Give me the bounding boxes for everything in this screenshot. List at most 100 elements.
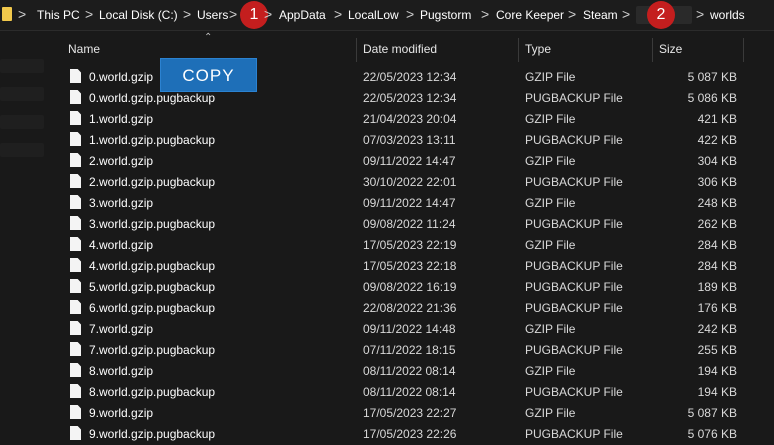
column-divider[interactable] <box>743 38 744 62</box>
file-icon <box>70 174 81 188</box>
file-date-modified: 21/04/2023 20:04 <box>363 112 457 126</box>
file-type: GZIP File <box>525 196 576 210</box>
file-type: PUGBACKUP File <box>525 301 623 315</box>
column-divider[interactable] <box>518 38 519 62</box>
file-date-modified: 08/11/2022 08:14 <box>363 385 456 399</box>
file-icon <box>70 132 81 146</box>
file-row[interactable]: 2.world.gzip.pugbackup 30/10/2022 22:01 PU… <box>50 171 774 192</box>
file-row[interactable]: 8.world.gzip.pugbackup 08/11/2022 08:14 PU… <box>50 381 774 402</box>
file-row[interactable]: 3.world.gzip.pugbackup 09/08/2022 11:24 PU… <box>50 213 774 234</box>
column-header-date-modified[interactable]: Date modified <box>363 42 437 56</box>
file-date-modified: 17/05/2023 22:19 <box>363 238 457 252</box>
file-size: 194 KB <box>697 364 737 378</box>
file-size: 248 KB <box>697 196 737 210</box>
file-name: 8.world.gzip.pugbackup <box>89 385 216 399</box>
file-name: 6.world.gzip.pugbackup <box>89 301 216 315</box>
file-type: PUGBACKUP File <box>525 343 623 357</box>
nav-item[interactable] <box>0 115 44 129</box>
file-icon <box>70 216 81 230</box>
column-divider[interactable] <box>356 38 357 62</box>
file-row[interactable]: 8.world.gzip 08/11/2022 08:14 GZIP File 194… <box>50 360 774 381</box>
file-type: GZIP File <box>525 238 576 252</box>
chevron-right-icon: > <box>264 6 273 22</box>
file-date-modified: 22/08/2022 21:36 <box>363 301 457 315</box>
file-size: 304 KB <box>697 154 737 168</box>
column-header-row: Name Date modified Type Size <box>50 36 774 62</box>
file-row[interactable]: 0.world.gzip.pugbackup 22/05/2023 12:34 PU… <box>50 87 774 108</box>
file-name: 5.world.gzip.pugbackup <box>89 280 216 294</box>
nav-item[interactable] <box>0 59 44 73</box>
file-size: 421 KB <box>697 112 737 126</box>
file-icon <box>70 153 81 167</box>
file-icon <box>70 195 81 209</box>
file-type: PUGBACKUP File <box>525 175 623 189</box>
file-name: 8.world.gzip <box>89 364 154 378</box>
address-bar[interactable]: > This PC > Local Disk (C:) > Users > 1 … <box>0 0 774 31</box>
column-divider[interactable] <box>652 38 653 62</box>
file-icon <box>70 111 81 125</box>
file-size: 176 KB <box>697 301 737 315</box>
file-date-modified: 22/05/2023 12:34 <box>363 91 457 105</box>
file-name: 7.world.gzip <box>89 322 154 336</box>
chevron-right-icon: > <box>18 6 27 22</box>
file-date-modified: 08/11/2022 08:14 <box>363 364 456 378</box>
file-type: PUGBACKUP File <box>525 91 623 105</box>
file-size: 5 087 KB <box>687 406 737 420</box>
breadcrumb-users[interactable]: Users <box>197 8 228 22</box>
column-header-name[interactable]: Name <box>68 42 100 56</box>
file-date-modified: 09/08/2022 16:19 <box>363 280 457 294</box>
file-icon <box>70 321 81 335</box>
column-header-type[interactable]: Type <box>525 42 551 56</box>
file-row[interactable]: 5.world.gzip.pugbackup 09/08/2022 16:19 PU… <box>50 276 774 297</box>
file-type: PUGBACKUP File <box>525 217 623 231</box>
chevron-right-icon: > <box>183 6 192 22</box>
file-row[interactable]: 4.world.gzip.pugbackup 17/05/2023 22:18 PU… <box>50 255 774 276</box>
breadcrumb-locallow[interactable]: LocalLow <box>348 8 399 22</box>
file-name: 4.world.gzip <box>89 238 154 252</box>
breadcrumb-this-pc[interactable]: This PC <box>37 8 80 22</box>
breadcrumb-steam[interactable]: Steam <box>583 8 618 22</box>
chevron-right-icon: > <box>229 6 238 22</box>
file-icon <box>70 426 81 440</box>
file-row[interactable]: 9.world.gzip 17/05/2023 22:27 GZIP File 5 0… <box>50 402 774 423</box>
file-row[interactable]: 3.world.gzip 09/11/2022 14:47 GZIP File 248… <box>50 192 774 213</box>
file-icon <box>70 279 81 293</box>
chevron-right-icon: > <box>334 6 343 22</box>
navigation-pane[interactable] <box>0 31 50 445</box>
file-row[interactable]: 2.world.gzip 09/11/2022 14:47 GZIP File 304… <box>50 150 774 171</box>
file-name: 2.world.gzip.pugbackup <box>89 175 216 189</box>
file-name: 9.world.gzip <box>89 406 154 420</box>
file-row[interactable]: 4.world.gzip 17/05/2023 22:19 GZIP File 284… <box>50 234 774 255</box>
breadcrumb-local-disk[interactable]: Local Disk (C:) <box>99 8 178 22</box>
file-type: PUGBACKUP File <box>525 259 623 273</box>
column-header-size[interactable]: Size <box>659 42 682 56</box>
file-row[interactable]: 7.world.gzip 09/11/2022 14:48 GZIP File 242… <box>50 318 774 339</box>
file-date-modified: 09/11/2022 14:47 <box>363 196 456 210</box>
file-row[interactable]: 9.world.gzip.pugbackup 17/05/2023 22:26 PU… <box>50 423 774 444</box>
file-row[interactable]: 7.world.gzip.pugbackup 07/11/2022 18:15 PU… <box>50 339 774 360</box>
file-date-modified: 09/11/2022 14:47 <box>363 154 456 168</box>
file-name: 0.world.gzip <box>89 70 154 84</box>
breadcrumb-worlds[interactable]: worlds <box>710 8 745 22</box>
file-date-modified: 07/11/2022 18:15 <box>363 343 456 357</box>
file-icon <box>70 237 81 251</box>
file-icon <box>70 405 81 419</box>
file-size: 242 KB <box>697 322 737 336</box>
file-icon <box>70 300 81 314</box>
file-date-modified: 09/11/2022 14:48 <box>363 322 456 336</box>
nav-item[interactable] <box>0 143 44 157</box>
folder-icon <box>2 7 12 21</box>
file-row[interactable]: 0.world.gzip 22/05/2023 12:34 GZIP File 5 0… <box>50 66 774 87</box>
breadcrumb-appdata[interactable]: AppData <box>279 8 326 22</box>
chevron-right-icon: > <box>568 6 577 22</box>
file-row[interactable]: 6.world.gzip.pugbackup 22/08/2022 21:36 PU… <box>50 297 774 318</box>
file-size: 5 086 KB <box>687 91 737 105</box>
file-row[interactable]: 1.world.gzip 21/04/2023 20:04 GZIP File 421… <box>50 108 774 129</box>
file-name: 0.world.gzip.pugbackup <box>89 91 216 105</box>
file-size: 422 KB <box>697 133 737 147</box>
breadcrumb-core-keeper[interactable]: Core Keeper <box>496 8 564 22</box>
breadcrumb-pugstorm[interactable]: Pugstorm <box>420 8 471 22</box>
file-date-modified: 07/03/2023 13:11 <box>363 133 456 147</box>
file-row[interactable]: 1.world.gzip.pugbackup 07/03/2023 13:11 PU… <box>50 129 774 150</box>
nav-item[interactable] <box>0 87 44 101</box>
